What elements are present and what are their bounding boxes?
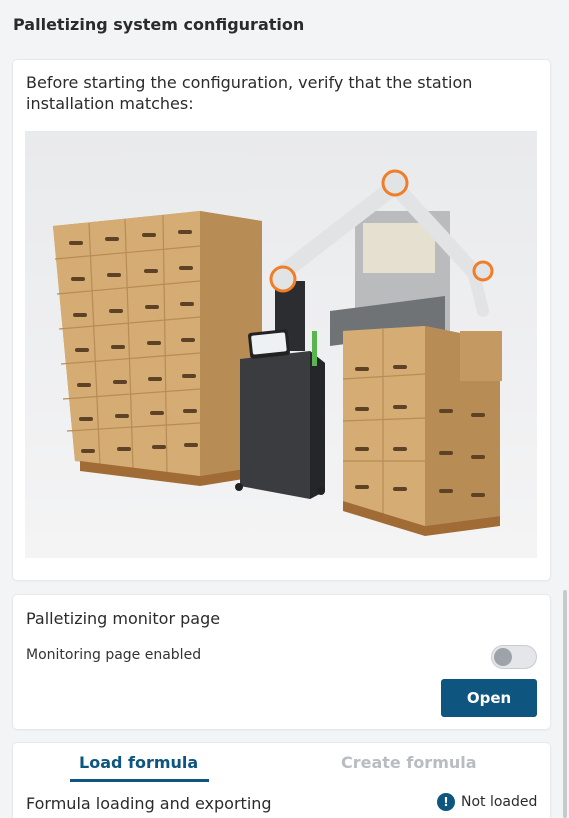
formula-card: Load formula Create formula Formula load… <box>13 743 550 818</box>
monitor-card: Palletizing monitor page Monitoring page… <box>13 595 550 729</box>
monitoring-toggle[interactable] <box>491 645 537 669</box>
installation-instruction: Before starting the configuration, verif… <box>26 73 473 113</box>
info-alert-icon: ! <box>437 793 455 811</box>
monitoring-toggle-label: Monitoring page enabled <box>26 647 202 663</box>
toggle-knob <box>494 648 512 666</box>
formula-section-label: Formula loading and exporting <box>26 794 272 813</box>
page-title: Palletizing system configuration <box>13 15 305 34</box>
formula-status-text: Not loaded <box>461 794 538 810</box>
formula-status: ! Not loaded <box>437 793 537 811</box>
installation-card: Before starting the configuration, verif… <box>13 60 550 580</box>
station-installation-image <box>25 131 537 558</box>
active-tab-indicator <box>70 779 209 782</box>
open-button[interactable]: Open <box>441 679 537 717</box>
scrollbar[interactable] <box>563 590 567 818</box>
tab-load-formula[interactable]: Load formula <box>79 753 198 772</box>
tab-create-formula[interactable]: Create formula <box>341 753 477 772</box>
monitor-section-title: Palletizing monitor page <box>26 609 221 628</box>
